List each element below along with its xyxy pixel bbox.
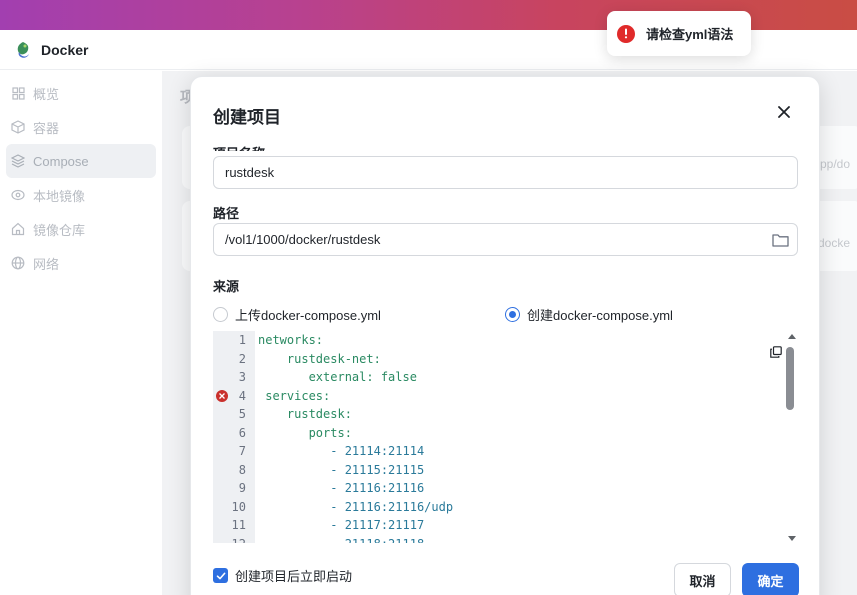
layers-icon (11, 154, 25, 168)
line-text: - 21115:21115 (258, 462, 425, 477)
line-number: 7 (238, 444, 246, 458)
radio-upload-compose[interactable]: 上传docker-compose.yml (213, 305, 381, 324)
project-name-value: rustdesk (225, 165, 275, 180)
sidebar-item-registry[interactable]: 镜像仓库 (6, 212, 156, 246)
radio-create-compose[interactable]: 创建docker-compose.yml (505, 305, 673, 324)
confirm-button[interactable]: 确定 (742, 563, 799, 595)
code-line: 5 rustdesk: (213, 405, 773, 424)
sidebar-item-label: Compose (33, 153, 89, 169)
grid-icon (11, 86, 25, 100)
line-text: - 21117:21117 (258, 518, 425, 532)
autostart-label: 创建项目后立即启动 (235, 569, 353, 584)
code-line: 9 - 21116:21116 (213, 479, 773, 498)
sidebar-item-compose[interactable]: Compose (6, 144, 156, 178)
sidebar-item-label: 镜像仓库 (33, 222, 86, 238)
folder-icon[interactable] (771, 231, 789, 249)
line-text: networks: (258, 333, 324, 347)
line-number: 10 (231, 499, 246, 514)
home-icon (11, 222, 25, 236)
sidebar-item-label: 本地镜像 (33, 188, 86, 204)
source-label: 来源 (213, 279, 240, 294)
error-alert-icon (617, 24, 635, 43)
line-text: rustdesk: (258, 407, 352, 421)
project-name-label-clip: 项目名称 (213, 135, 413, 151)
disc-icon (11, 188, 25, 202)
path-value: /vol1/1000/docker/rustdesk (225, 232, 381, 247)
line-text: - 21114:21114 (258, 444, 425, 458)
sidebar-item-local-images[interactable]: 本地镜像 (6, 178, 156, 212)
toast-message: 请检查yml语法 (646, 27, 734, 42)
line-number: 1 (238, 333, 246, 347)
line-number: 11 (231, 518, 246, 532)
scroll-up-arrow-icon[interactable] (788, 334, 796, 339)
line-text: ports: (258, 425, 352, 440)
line-number: 9 (238, 481, 246, 495)
autostart-checkbox-row[interactable]: 创建项目后立即启动 (213, 566, 352, 585)
error-toast: 请检查yml语法 (607, 11, 751, 56)
code-line-error: 4 services: (213, 387, 773, 406)
code-line: 10 - 21116:21116/udp (213, 498, 773, 517)
sidebar-item-overview[interactable]: 概览 (6, 76, 156, 110)
app-title: Docker (41, 41, 89, 58)
line-number: 8 (238, 462, 246, 477)
line-number: 2 (238, 351, 246, 366)
line-number: 4 (238, 388, 246, 403)
autostart-checkbox[interactable] (213, 568, 228, 583)
code-line: 3 external: false (213, 368, 773, 387)
scrollbar-thumb[interactable] (786, 347, 794, 410)
radio-button[interactable] (213, 307, 228, 322)
line-number: 3 (238, 370, 246, 384)
radio-button[interactable] (505, 307, 520, 322)
copy-icon[interactable] (770, 345, 784, 359)
sidebar-item-label: 概览 (33, 86, 60, 102)
code-line: 7 - 21114:21114 (213, 442, 773, 461)
sidebar-item-label: 容器 (33, 120, 60, 136)
scroll-down-arrow-icon[interactable] (788, 536, 796, 541)
close-icon[interactable] (775, 103, 793, 121)
sidebar-item-label: 网络 (33, 256, 60, 272)
line-text: rustdesk-net: (258, 351, 381, 366)
line-text: - 21116:21116 (258, 481, 425, 495)
line-number: 6 (238, 425, 246, 440)
globe-icon (11, 256, 25, 270)
line-number: 5 (238, 407, 246, 421)
cube-icon (11, 120, 25, 134)
radio-label: 上传docker-compose.yml (235, 308, 381, 323)
line-text: - 21116:21116/udp (258, 499, 454, 514)
code-line: 12 - 21118:21118 (213, 535, 773, 544)
code-line: 8 - 21115:21115 (213, 461, 773, 480)
path-label: 路径 (213, 206, 240, 221)
sidebar: 概览 容器 Compose 本地镜像 镜像仓库 网络 (0, 71, 162, 595)
sidebar-item-network[interactable]: 网络 (6, 246, 156, 280)
yaml-code-editor[interactable]: 1 networks: 2 rustdesk-net: 3 external: … (213, 331, 798, 543)
path-input[interactable]: /vol1/1000/docker/rustdesk (213, 223, 798, 256)
line-text: external: false (258, 370, 417, 384)
code-line: 2 rustdesk-net: (213, 350, 773, 369)
line-text: services: (258, 388, 331, 403)
create-project-dialog: 创建项目 项目名称 rustdesk 路径 /vol1/1000/docker/… (190, 76, 820, 595)
code-line: 11 - 21117:21117 (213, 516, 773, 535)
line-text: - 21118:21118 (258, 535, 424, 544)
line-number: 12 (213, 535, 246, 544)
project-name-input[interactable]: rustdesk (213, 156, 798, 189)
cancel-button[interactable]: 取消 (674, 563, 731, 595)
docker-logo-icon (13, 40, 33, 60)
dialog-title: 创建项目 (213, 108, 281, 127)
code-line: 1 networks: (213, 331, 773, 350)
project-name-label: 项目名称 (213, 143, 265, 151)
radio-label: 创建docker-compose.yml (527, 308, 673, 323)
sidebar-item-containers[interactable]: 容器 (6, 110, 156, 144)
code-line: 6 ports: (213, 424, 773, 443)
